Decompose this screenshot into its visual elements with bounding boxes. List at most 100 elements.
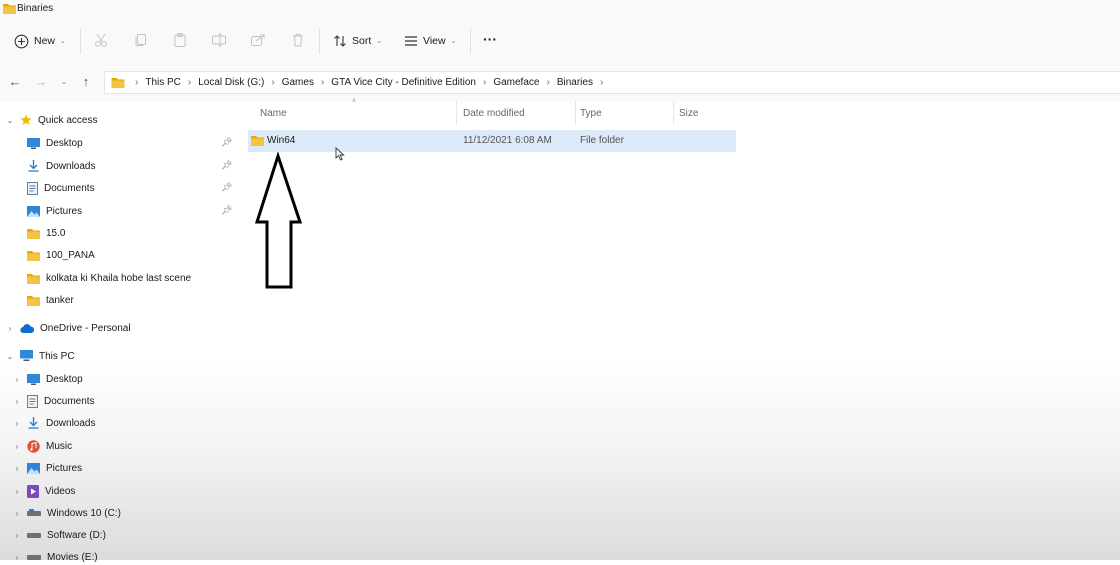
sidebar-item-documents[interactable]: Documents: [27, 180, 95, 196]
chevron-down-icon: ⌄: [450, 38, 457, 45]
cut-icon[interactable]: [93, 32, 109, 48]
chevron-right-icon: ›: [271, 77, 275, 88]
chevron-right-icon: ›: [135, 77, 139, 88]
sidebar-item-music[interactable]: › Music: [13, 438, 72, 454]
sidebar-item-tanker[interactable]: tanker: [27, 292, 74, 308]
sidebar-item-100-pana[interactable]: 100_PANA: [27, 247, 95, 263]
arrow-left-icon: ←: [8, 74, 22, 89]
folder-icon: [3, 4, 16, 14]
breadcrumb-local-disk[interactable]: Local Disk (G:): [198, 77, 264, 88]
divider: [80, 28, 81, 54]
sidebar-item-drive-d[interactable]: › Software (D:): [13, 527, 106, 543]
sidebar-item-15-0[interactable]: 15.0: [27, 225, 65, 241]
sidebar-item-drive-c[interactable]: › Windows 10 (C:): [13, 505, 121, 521]
breadcrumb-gameface[interactable]: Gameface: [493, 77, 539, 88]
sidebar-item-desktop[interactable]: › Desktop: [13, 371, 83, 387]
sidebar-item-label: Movies (E:): [47, 551, 98, 563]
column-divider[interactable]: [456, 101, 457, 125]
sidebar-item-downloads[interactable]: Downloads: [27, 158, 95, 174]
breadcrumb-this-pc[interactable]: This PC: [145, 77, 181, 88]
delete-icon[interactable]: [290, 32, 306, 48]
folder-icon: [111, 78, 125, 88]
chevron-down-icon: ⌄: [60, 38, 66, 45]
chevron-right-icon: ›: [482, 77, 487, 88]
sidebar-item-label: tanker: [46, 294, 74, 306]
new-label: New: [34, 35, 56, 47]
sidebar-item-label: Pictures: [46, 205, 83, 217]
sidebar-item-pictures[interactable]: › Pictures: [13, 460, 82, 476]
pin-icon: 📌︎: [221, 160, 233, 170]
folder-icon: [27, 228, 40, 239]
rename-icon[interactable]: [211, 32, 227, 48]
mouse-cursor-icon: [335, 147, 345, 161]
documents-icon: [27, 394, 38, 408]
sort-icon: [334, 35, 346, 47]
chevron-down-icon: ⌄: [376, 38, 383, 45]
new-button[interactable]: New ⌄: [14, 30, 66, 52]
chevron-right-icon: ›: [546, 77, 550, 88]
more-options-button[interactable]: ···: [483, 28, 497, 50]
sidebar-item-documents[interactable]: › Documents: [13, 393, 95, 409]
this-pc-node[interactable]: ⌄ This PC: [6, 348, 75, 364]
chevron-down-icon: ⌄: [6, 115, 14, 125]
drive-icon: [27, 554, 41, 560]
pin-icon: 📌︎: [221, 182, 233, 192]
sidebar-item-kolkata[interactable]: kolkata ki Khaila hobe last scene: [27, 270, 191, 286]
chevron-right-icon: ›: [15, 463, 19, 473]
share-icon[interactable]: [250, 32, 266, 48]
pin-icon: 📌︎: [221, 205, 233, 215]
sidebar-item-pictures[interactable]: Pictures: [27, 203, 82, 219]
sidebar-item-label: Videos: [45, 485, 76, 497]
quick-access-node[interactable]: ⌄ Quick access: [6, 112, 98, 128]
sidebar-item-desktop[interactable]: Desktop: [27, 135, 83, 151]
folder-icon: [27, 273, 40, 284]
music-icon: [27, 439, 40, 453]
view-button[interactable]: View ⌄: [404, 30, 456, 52]
sidebar-item-drive-e[interactable]: › Movies (E:): [13, 549, 98, 565]
recent-locations-button[interactable]: ⌄: [56, 74, 72, 90]
breadcrumb-gta[interactable]: GTA Vice City - Definitive Edition: [331, 77, 476, 88]
arrow-up-icon: ↑: [82, 74, 90, 89]
sort-button[interactable]: Sort ⌄: [333, 30, 382, 52]
breadcrumb-games[interactable]: Games: [282, 77, 314, 88]
column-header-name[interactable]: Name: [260, 108, 287, 119]
desktop-icon: [27, 137, 40, 149]
folder-icon: [27, 250, 40, 261]
file-name: Win64: [267, 135, 296, 146]
videos-icon: [27, 484, 39, 498]
sidebar-item-videos[interactable]: › Videos: [13, 483, 75, 499]
drive-icon: [27, 508, 41, 516]
file-type: File folder: [580, 135, 624, 146]
chevron-right-icon: ›: [15, 552, 19, 562]
column-header-size[interactable]: Size: [679, 108, 698, 119]
chevron-right-icon: ›: [599, 77, 604, 88]
navigation-pane: ⌄ Quick access Desktop 📌︎ Downloads 📌︎ D…: [0, 102, 246, 563]
column-header-date[interactable]: Date modified: [463, 108, 525, 119]
column-divider[interactable]: [673, 101, 674, 125]
file-date: 11/12/2021 6:08 AM: [463, 135, 552, 146]
column-divider[interactable]: [575, 101, 576, 125]
breadcrumb-binaries[interactable]: Binaries: [557, 77, 593, 88]
pin-icon: 📌︎: [221, 137, 233, 147]
onedrive-node[interactable]: › OneDrive - Personal: [6, 320, 131, 336]
sidebar-item-label: Documents: [44, 182, 95, 194]
copy-icon[interactable]: [133, 32, 149, 48]
computer-icon: [20, 350, 33, 361]
paste-icon[interactable]: [172, 32, 188, 48]
sidebar-item-label: 15.0: [46, 227, 66, 239]
table-row[interactable]: Win64 11/12/2021 6:08 AM File folder: [248, 130, 736, 152]
sidebar-item-label: Documents: [44, 395, 95, 407]
sidebar-item-label: Downloads: [46, 417, 96, 429]
documents-icon: [27, 181, 38, 195]
address-bar[interactable]: › This PC › Local Disk (G:) › Games › GT…: [104, 71, 1120, 94]
breadcrumb: › This PC › Local Disk (G:) › Games › GT…: [111, 72, 610, 93]
folder-icon: [251, 136, 264, 146]
back-button[interactable]: ←: [7, 74, 23, 90]
forward-button[interactable]: →: [33, 74, 49, 90]
sidebar-item-label: kolkata ki Khaila hobe last scene: [46, 272, 192, 284]
up-button[interactable]: ↑: [78, 74, 94, 90]
column-header-type[interactable]: Type: [580, 108, 602, 119]
chevron-right-icon: ›: [15, 486, 19, 496]
sidebar-item-label: 100_PANA: [46, 249, 95, 261]
sidebar-item-downloads[interactable]: › Downloads: [13, 415, 95, 431]
